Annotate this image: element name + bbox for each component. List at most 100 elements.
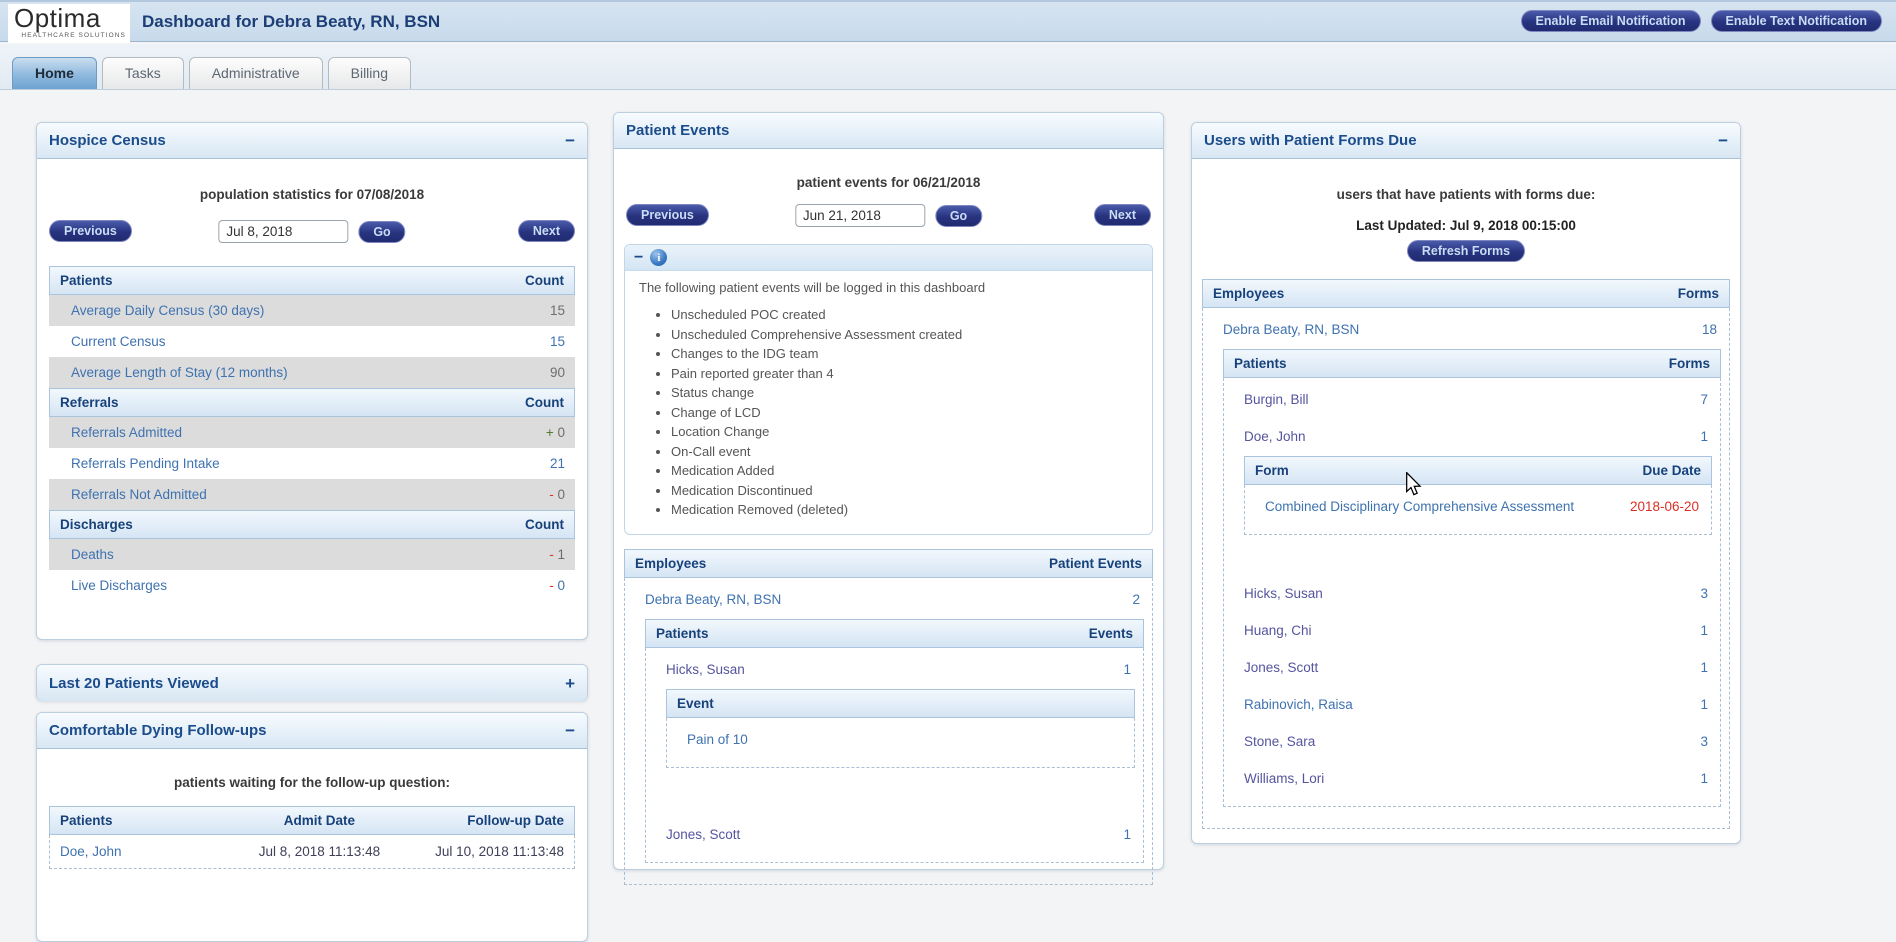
count-value: 1 [1700,660,1708,675]
column-header: Forms [1677,286,1719,301]
go-button[interactable]: Go [934,204,983,227]
name-link[interactable]: Pain of 10 [687,732,748,747]
panel-title: Last 20 Patients Viewed [49,674,219,692]
collapse-icon[interactable]: − [1718,132,1728,149]
collapse-icon[interactable]: − [634,249,643,267]
tab-tasks[interactable]: Tasks [101,57,184,89]
brand-tagline: HEALTHCARE SOLUTIONS [21,32,126,39]
next-button[interactable]: Next [517,220,575,242]
enable-text-notification-button[interactable]: Enable Text Notification [1710,10,1882,32]
table-row: Combined Disciplinary Comprehensive Asse… [1245,488,1711,525]
name-link[interactable]: Rabinovich, Raisa [1244,697,1353,712]
table-row: Rabinovich, Raisa 1 [1224,686,1720,723]
census-metric-link[interactable]: Live Discharges [71,578,167,593]
panel-title: Patient Events [626,122,730,139]
census-count: 90 [550,365,565,380]
column-header: Admit Date [283,813,356,828]
event-types-list: Unscheduled POC createdUnscheduled Compr… [671,305,1138,520]
enable-email-notification-button[interactable]: Enable Email Notification [1520,10,1701,32]
table-row: Pain of 10 [667,721,1134,758]
event-type-item: Change of LCD [671,403,1138,423]
forms-due-subtitle: users that have patients with forms due: [1336,187,1596,202]
column-header: Patient Events [1048,555,1142,571]
count-column-header: Count [525,273,564,288]
census-subtitle: population statistics for 07/08/2018 [199,187,425,202]
count-value: 1 [1700,697,1708,712]
collapse-icon[interactable]: − [565,132,575,149]
count-value: 15 [549,334,565,349]
count-value: 1 [1700,623,1708,638]
patient-events-table: Employees Patient Events Debra Beaty, RN, … [624,548,1153,885]
count-value: 15 [549,303,565,318]
count-value: 1 [1700,429,1708,444]
column-header: Follow-up Date [467,813,564,828]
count-sign: + [545,425,558,440]
event-type-item: Medication Discontinued [671,481,1138,501]
admit-date: Jul 8, 2018 11:13:48 [258,844,381,859]
forms-due-table: Employees Forms Debra Beaty, RN, BSN 18 Pati… [1202,279,1730,829]
name-link[interactable]: Jones, Scott [666,827,740,842]
census-date-input[interactable] [218,220,349,243]
events-info-body: The following patient events will be log… [625,271,1152,534]
table-row: Stone, Sara 3 [1224,723,1720,760]
page-title: Dashboard for Debra Beaty, RN, BSN [142,12,441,31]
comfortable-dying-subtitle: patients waiting for the follow-up quest… [174,775,450,790]
section-title: Patients [60,273,113,288]
previous-button[interactable]: Previous [626,204,709,226]
count-value: 7 [1700,392,1708,407]
census-metric-link[interactable]: Referrals Admitted [71,425,182,440]
census-metric-link[interactable]: Average Length of Stay (12 months) [71,365,288,380]
event-type-item: Medication Removed (deleted) [671,500,1138,520]
event-type-item: Location Change [671,422,1138,442]
expand-icon[interactable]: + [565,675,575,692]
info-icon[interactable]: i [650,249,668,266]
name-link[interactable]: Jones, Scott [1244,660,1318,675]
count-value: 1 [557,547,565,562]
census-metric-link[interactable]: Referrals Pending Intake [71,456,220,471]
nested-table-body: Pain of 10 [666,717,1135,768]
table-row: Huang, Chi 1 [1224,612,1720,649]
table-row: Burgin, Bill 7 [1224,381,1720,418]
patient-link[interactable]: Doe, John [60,844,223,859]
name-link[interactable]: Huang, Chi [1244,623,1312,638]
last-20-patients-header: Last 20 Patients Viewed + [37,665,587,701]
name-link[interactable]: Doe, John [1244,429,1306,444]
name-link[interactable]: Stone, Sara [1244,734,1315,749]
nested-table: Patients Forms Burgin, Bill 7 Doe, John 1 Form… [1223,349,1721,807]
name-link[interactable]: Debra Beaty, RN, BSN [645,592,781,607]
name-link[interactable]: Combined Disciplinary Comprehensive Asse… [1265,499,1574,514]
census-metric-link[interactable]: Deaths [71,547,114,562]
census-metric-link[interactable]: Referrals Not Admitted [71,487,207,502]
next-button[interactable]: Next [1093,204,1151,226]
table-row: Jones, Scott 1 [1224,649,1720,686]
nested-table-header: Form Due Date [1244,456,1712,485]
column-header: Patients [60,813,113,828]
name-link[interactable]: Hicks, Susan [666,662,745,677]
followup-row: Doe, John Jul 8, 2018 11:13:48 Jul 10, 201… [49,835,575,869]
tab-billing[interactable]: Billing [327,57,411,89]
column-header: Form [1255,463,1289,478]
census-metric-link[interactable]: Current Census [71,334,166,349]
census-metric-link[interactable]: Average Daily Census (30 days) [71,303,264,318]
refresh-forms-button[interactable]: Refresh Forms [1406,240,1526,262]
tab-home[interactable]: Home [12,57,97,89]
followups-table-header: Patients Admit Date Follow-up Date [49,806,575,835]
name-link[interactable]: Williams, Lori [1244,771,1324,786]
previous-button[interactable]: Previous [49,220,132,242]
name-link[interactable]: Hicks, Susan [1244,586,1323,601]
collapse-icon[interactable]: − [565,722,575,739]
name-link[interactable]: Debra Beaty, RN, BSN [1223,322,1359,337]
tab-administrative[interactable]: Administrative [188,57,323,89]
census-row: Referrals Pending Intake 21 [49,448,575,479]
app-header: Optima HEALTHCARE SOLUTIONS Dashboard fo… [0,0,1896,43]
name-link[interactable]: Burgin, Bill [1244,392,1309,407]
event-type-item: Unscheduled POC created [671,305,1138,325]
count-column-header: Count [525,395,564,410]
events-date-input[interactable] [794,204,925,227]
event-type-item: Unscheduled Comprehensive Assessment cre… [671,325,1138,345]
panel-title: Users with Patient Forms Due [1204,132,1417,149]
column-header: Due Date [1642,463,1701,478]
count-value: 21 [549,456,565,471]
comfortable-dying-panel: Comfortable Dying Follow-ups − patients … [36,712,588,942]
go-button[interactable]: Go [358,220,406,243]
